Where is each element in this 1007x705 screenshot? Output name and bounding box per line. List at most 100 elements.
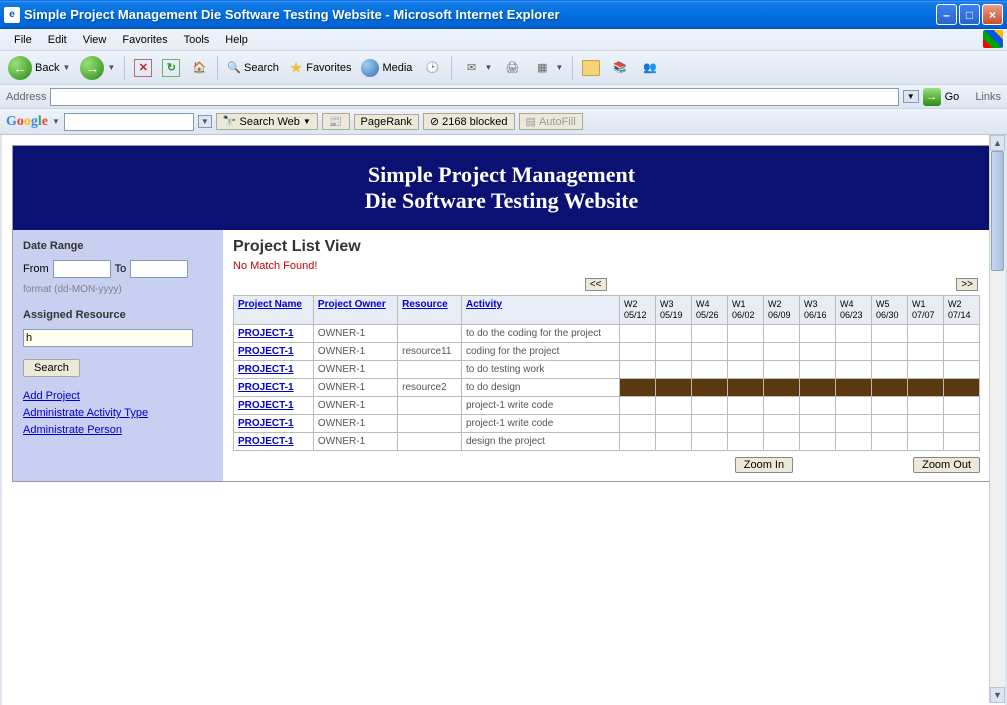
- cell-project[interactable]: PROJECT-1: [234, 360, 314, 378]
- menu-favorites[interactable]: Favorites: [114, 32, 175, 48]
- to-input[interactable]: [130, 260, 188, 278]
- address-input[interactable]: [50, 88, 898, 106]
- cell-week: [728, 378, 764, 396]
- research-button[interactable]: 📚: [606, 56, 634, 80]
- google-search-input[interactable]: [64, 113, 194, 131]
- vertical-scrollbar[interactable]: ▲ ▼: [989, 135, 1005, 703]
- menu-tools[interactable]: Tools: [176, 32, 218, 48]
- favorites-button[interactable]: ★ Favorites: [285, 56, 356, 80]
- cell-owner: OWNER-1: [313, 324, 397, 342]
- stop-icon: ✕: [134, 59, 152, 77]
- links-label[interactable]: Links: [975, 91, 1001, 103]
- forward-button[interactable]: → ▼: [76, 54, 119, 82]
- dropdown-icon[interactable]: ▼: [52, 117, 60, 126]
- cell-week: [836, 342, 872, 360]
- cell-week: [872, 414, 908, 432]
- history-icon: 🕑: [422, 58, 442, 78]
- close-button[interactable]: ×: [982, 4, 1003, 25]
- mail-button[interactable]: ✉▼: [457, 56, 496, 80]
- print-button[interactable]: 🖨: [498, 56, 526, 80]
- popup-blocker-button[interactable]: ⊘ 2168 blocked: [423, 113, 515, 130]
- cell-week: [764, 414, 800, 432]
- cell-week: [908, 342, 944, 360]
- col-project-name[interactable]: Project Name: [234, 296, 314, 325]
- search-web-button[interactable]: 🔭Search Web ▼: [216, 113, 318, 130]
- search-button[interactable]: 🔍 Search: [223, 59, 283, 76]
- assigned-resource-title: Assigned Resource: [23, 309, 213, 321]
- stop-button[interactable]: ✕: [130, 57, 156, 79]
- main-content: Project List View No Match Found! << >> …: [223, 230, 990, 481]
- cell-week: [908, 396, 944, 414]
- scroll-down-icon[interactable]: ▼: [990, 687, 1005, 703]
- back-button[interactable]: ← Back ▼: [4, 54, 74, 82]
- zoom-in-button[interactable]: Zoom In: [735, 457, 793, 473]
- cell-week: [908, 378, 944, 396]
- cell-week: [692, 360, 728, 378]
- windows-flag-icon: [983, 30, 1003, 48]
- media-button[interactable]: Media: [357, 57, 416, 79]
- menu-file[interactable]: File: [6, 32, 40, 48]
- col-week: W206/09: [764, 296, 800, 325]
- cell-week: [836, 432, 872, 450]
- cell-project[interactable]: PROJECT-1: [234, 342, 314, 360]
- cell-activity: project-1 write code: [462, 414, 620, 432]
- col-activity[interactable]: Activity: [462, 296, 620, 325]
- cell-project[interactable]: PROJECT-1: [234, 414, 314, 432]
- maximize-button[interactable]: □: [959, 4, 980, 25]
- cell-week: [800, 378, 836, 396]
- next-page-button[interactable]: >>: [956, 278, 978, 291]
- pagerank-button[interactable]: PageRank: [354, 114, 419, 130]
- zoom-out-button[interactable]: Zoom Out: [913, 457, 980, 473]
- go-button[interactable]: Go: [945, 91, 960, 103]
- address-dropdown-icon[interactable]: ▼: [903, 90, 919, 103]
- cell-project[interactable]: PROJECT-1: [234, 324, 314, 342]
- folder-button[interactable]: [578, 58, 604, 78]
- cell-week: [692, 324, 728, 342]
- col-project-owner[interactable]: Project Owner: [313, 296, 397, 325]
- cell-owner: OWNER-1: [313, 378, 397, 396]
- cell-project[interactable]: PROJECT-1: [234, 396, 314, 414]
- history-button[interactable]: 🕑: [418, 56, 446, 80]
- scroll-up-icon[interactable]: ▲: [990, 135, 1005, 151]
- refresh-button[interactable]: ↻: [158, 57, 184, 79]
- edit-button[interactable]: ▦▼: [528, 56, 567, 80]
- news-icon: 📰: [329, 115, 343, 128]
- menu-help[interactable]: Help: [217, 32, 256, 48]
- search-button[interactable]: Search: [23, 359, 80, 377]
- star-icon: ★: [289, 58, 303, 78]
- media-label: Media: [382, 62, 412, 74]
- page-header: Simple Project Management Die Software T…: [13, 146, 990, 230]
- admin-activity-link[interactable]: Administrate Activity Type: [23, 407, 213, 419]
- media-icon: [361, 59, 379, 77]
- menu-view[interactable]: View: [75, 32, 115, 48]
- refresh-icon: ↻: [162, 59, 180, 77]
- dropdown-icon[interactable]: ▼: [198, 115, 212, 128]
- cell-project[interactable]: PROJECT-1: [234, 378, 314, 396]
- assigned-resource-input[interactable]: [23, 329, 193, 347]
- add-project-link[interactable]: Add Project: [23, 390, 213, 402]
- prev-page-button[interactable]: <<: [585, 278, 607, 291]
- table-row: PROJECT-1OWNER-1design the project: [234, 432, 980, 450]
- cell-week: [836, 378, 872, 396]
- col-resource[interactable]: Resource: [398, 296, 462, 325]
- autofill-icon: ▤: [526, 115, 536, 128]
- table-row: PROJECT-1OWNER-1resource2to do design: [234, 378, 980, 396]
- cell-week: [764, 396, 800, 414]
- autofill-button[interactable]: ▤ AutoFill: [519, 113, 583, 130]
- from-input[interactable]: [53, 260, 111, 278]
- cell-project[interactable]: PROJECT-1: [234, 432, 314, 450]
- cell-week: [872, 324, 908, 342]
- scroll-thumb[interactable]: [991, 151, 1004, 271]
- cell-week: [764, 324, 800, 342]
- messenger-button[interactable]: 👥: [636, 56, 664, 80]
- home-button[interactable]: 🏠: [186, 57, 212, 79]
- cell-week: [944, 378, 980, 396]
- col-week: W205/12: [620, 296, 656, 325]
- admin-person-link[interactable]: Administrate Person: [23, 424, 213, 436]
- minimize-button[interactable]: –: [936, 4, 957, 25]
- cell-week: [620, 342, 656, 360]
- cell-resource: [398, 396, 462, 414]
- news-button[interactable]: 📰: [322, 113, 350, 130]
- menu-edit[interactable]: Edit: [40, 32, 75, 48]
- cell-week: [872, 360, 908, 378]
